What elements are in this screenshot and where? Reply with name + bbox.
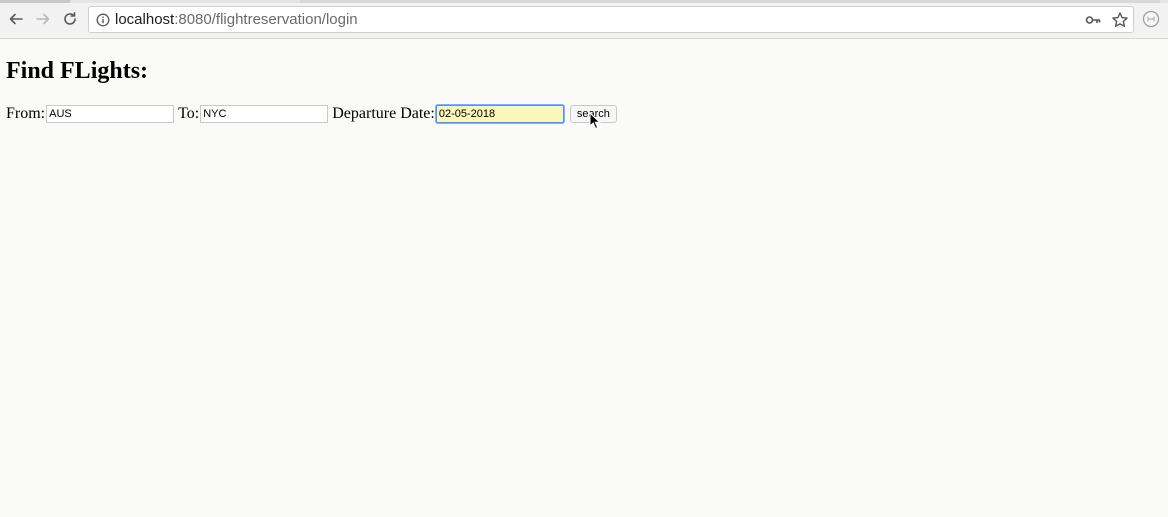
to-input[interactable]	[200, 105, 329, 123]
departure-date-input[interactable]	[435, 105, 564, 123]
inactive-tab[interactable]	[300, 0, 1160, 3]
forward-button[interactable]	[32, 8, 54, 30]
reload-icon	[64, 12, 76, 25]
address-bar[interactable]: localhost:8080/flightreservation/login	[88, 6, 1134, 33]
departure-date-label: Departure Date:	[332, 105, 435, 122]
find-flights-form: From: To: Departure Date: search	[6, 104, 617, 124]
active-tab[interactable]	[0, 0, 70, 3]
key-icon[interactable]	[1085, 13, 1101, 27]
back-button[interactable]	[5, 8, 27, 30]
from-input[interactable]	[46, 105, 175, 123]
back-arrow-icon	[9, 13, 23, 25]
url-path: :8080/flightreservation/login	[174, 11, 358, 28]
url-host: localhost	[115, 11, 175, 28]
star-icon[interactable]	[1111, 11, 1129, 29]
tab-strip	[0, 0, 1168, 3]
extension-icon[interactable]	[1142, 10, 1160, 28]
browser-toolbar: localhost:8080/flightreservation/login	[0, 0, 1168, 39]
mouse-cursor-icon	[589, 112, 601, 130]
from-label: From:	[6, 105, 46, 122]
page-title: Find FLights:	[6, 58, 149, 84]
url-text[interactable]: localhost:8080/flightreservation/login	[115, 11, 358, 29]
page-content: Find FLights: From: To: Departure Date: …	[0, 40, 1168, 517]
reload-button[interactable]	[59, 8, 81, 30]
info-icon[interactable]	[96, 13, 110, 27]
to-label: To:	[178, 105, 200, 122]
forward-arrow-icon	[36, 13, 50, 25]
